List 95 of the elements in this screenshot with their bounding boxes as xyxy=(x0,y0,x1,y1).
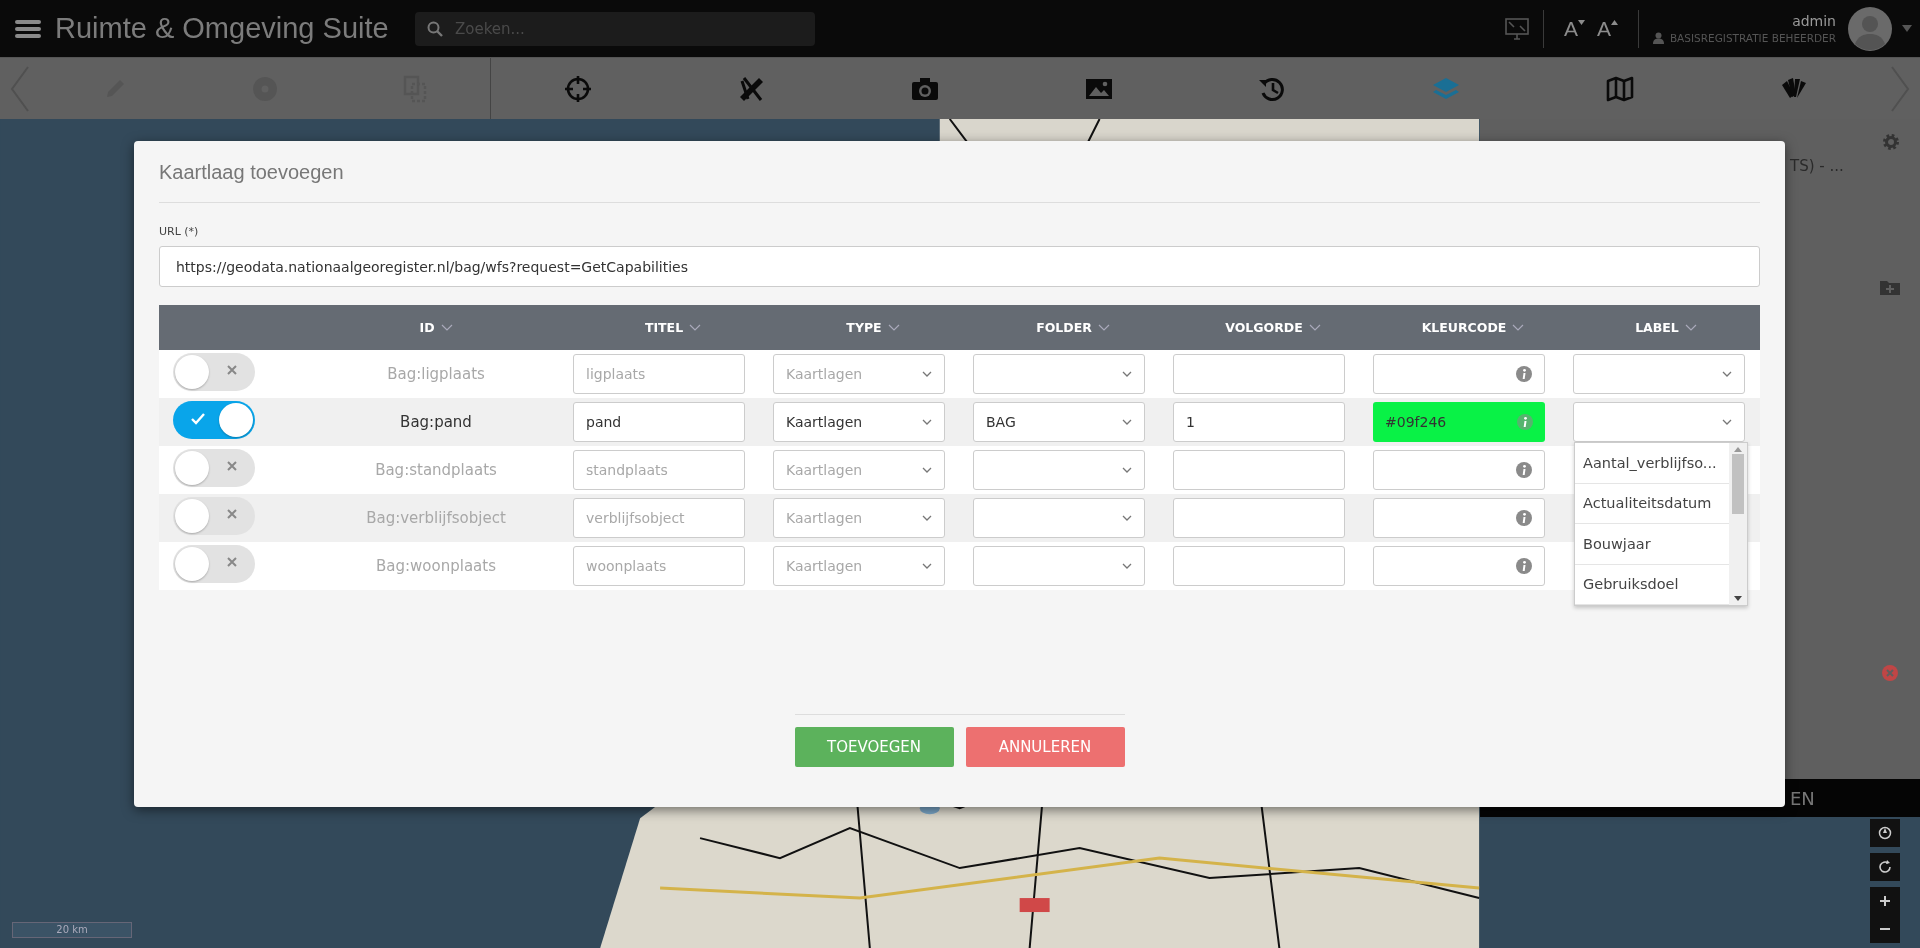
rotate-icon xyxy=(1878,860,1892,874)
x-icon xyxy=(227,461,237,471)
column-header[interactable]: KLEURCODE xyxy=(1373,320,1573,335)
avatar-icon[interactable] xyxy=(1848,6,1892,51)
x-icon xyxy=(227,557,237,567)
column-header[interactable]: ID xyxy=(299,320,573,335)
url-field[interactable]: https://geodata.nationaalgeoregister.nl/bag/wfs?request=GetCapabilities xyxy=(159,246,1760,287)
chevron-down-icon xyxy=(922,563,932,569)
sort-icon xyxy=(689,324,702,331)
field-label: URL (*) xyxy=(159,225,200,238)
chevron-down-icon xyxy=(922,419,932,425)
close-icon[interactable] xyxy=(1882,665,1898,681)
chevron-down-icon xyxy=(922,371,932,377)
info-icon xyxy=(1516,510,1532,526)
order-field[interactable]: 1 xyxy=(1173,402,1345,442)
layer-id: Bag:pand xyxy=(399,413,473,431)
folder-select[interactable] xyxy=(973,450,1145,490)
user-role: BASISREGISTRATIE BEHEERDER xyxy=(1669,32,1836,44)
x-icon xyxy=(227,365,237,375)
color-code-field[interactable] xyxy=(1373,546,1545,586)
plus-icon xyxy=(1879,895,1891,907)
label-select[interactable] xyxy=(1573,354,1745,394)
layer-id: Bag:standplaats xyxy=(374,461,498,479)
chevron-down-icon xyxy=(1722,419,1732,425)
layer-id: Bag:woonplaats xyxy=(375,557,497,575)
font-larger-button[interactable]: A xyxy=(1590,16,1624,41)
triangle-up-icon xyxy=(1610,19,1618,25)
chevron-down-icon xyxy=(922,467,932,473)
person-icon xyxy=(1652,32,1664,44)
chevron-down-icon xyxy=(1122,371,1132,377)
color-code-field[interactable] xyxy=(1373,498,1545,538)
scrollbar-thumb[interactable] xyxy=(1732,454,1744,514)
chevron-down-icon xyxy=(1122,467,1132,473)
toggle-switch[interactable] xyxy=(173,449,255,487)
column-header[interactable]: TITEL xyxy=(573,320,773,335)
order-field[interactable] xyxy=(1173,546,1345,586)
toggle-switch[interactable] xyxy=(173,353,255,391)
color-code-field[interactable]: #09f246 xyxy=(1373,402,1545,442)
chevron-down-icon xyxy=(1122,563,1132,569)
sort-icon xyxy=(887,324,900,331)
menu-icon[interactable] xyxy=(15,18,41,39)
info-icon xyxy=(1516,462,1532,478)
chevron-down-icon xyxy=(922,515,932,521)
type-select[interactable]: Kaartlagen xyxy=(773,402,945,442)
compass-icon xyxy=(1878,826,1892,840)
column-header[interactable]: LABEL xyxy=(1573,320,1759,335)
sort-icon xyxy=(1684,324,1697,331)
cancel-button[interactable]: ANNULEREN xyxy=(965,727,1125,767)
folder-select[interactable]: BAG xyxy=(973,402,1145,442)
caret-icon[interactable] xyxy=(1902,25,1912,32)
sort-icon xyxy=(1097,324,1110,331)
order-field[interactable] xyxy=(1173,450,1345,490)
scroll-down-icon[interactable] xyxy=(1734,596,1742,601)
settings-icon[interactable] xyxy=(1882,133,1900,151)
toggle-switch[interactable] xyxy=(173,401,255,439)
sort-icon xyxy=(1512,324,1525,331)
user-name: admin xyxy=(1792,13,1836,29)
order-field[interactable] xyxy=(1173,498,1345,538)
column-header[interactable]: TYPE xyxy=(773,320,973,335)
map-scale: 20 km xyxy=(12,922,132,938)
title-field[interactable]: pand xyxy=(573,402,745,442)
crosshair-icon[interactable] xyxy=(563,74,592,103)
order-field[interactable] xyxy=(1173,354,1345,394)
info-icon xyxy=(1517,414,1533,430)
label-select[interactable] xyxy=(1573,402,1745,442)
folder-select[interactable] xyxy=(973,354,1145,394)
column-header[interactable]: VOLGORDE xyxy=(1173,320,1373,335)
chevron-down-icon xyxy=(1722,371,1732,377)
chevron-down-icon xyxy=(1122,515,1132,521)
map-icon[interactable] xyxy=(1605,74,1634,103)
info-icon xyxy=(1516,366,1532,382)
color-code-field[interactable] xyxy=(1373,354,1545,394)
column-header[interactable]: FOLDER xyxy=(973,320,1173,335)
rotate-button[interactable] xyxy=(1870,853,1900,881)
info-icon xyxy=(1516,558,1532,574)
font-smaller-button[interactable]: A xyxy=(1557,16,1591,41)
search-icon xyxy=(427,20,443,37)
folder-add-icon[interactable] xyxy=(1880,279,1900,295)
layer-id: Bag:ligplaats xyxy=(386,365,486,383)
check-icon xyxy=(191,413,205,425)
layer-id: Bag:verblijfsobject xyxy=(365,509,507,527)
dialog-title: Kaartlaag toevoegen xyxy=(159,141,1760,203)
chevron-down-icon xyxy=(1122,419,1132,425)
sort-icon xyxy=(1308,324,1321,331)
compass-button[interactable] xyxy=(1870,819,1900,847)
folder-select[interactable] xyxy=(973,498,1145,538)
folder-select[interactable] xyxy=(973,546,1145,586)
triangle-down-icon xyxy=(1577,19,1585,25)
sort-icon xyxy=(440,324,453,331)
color-code-field[interactable] xyxy=(1373,450,1545,490)
toggle-switch[interactable] xyxy=(173,545,255,583)
x-icon xyxy=(227,509,237,519)
app-title: Ruimte & Omgeving Suite xyxy=(55,12,390,45)
monitor-icon[interactable] xyxy=(1504,17,1529,40)
toggle-switch[interactable] xyxy=(173,497,255,535)
